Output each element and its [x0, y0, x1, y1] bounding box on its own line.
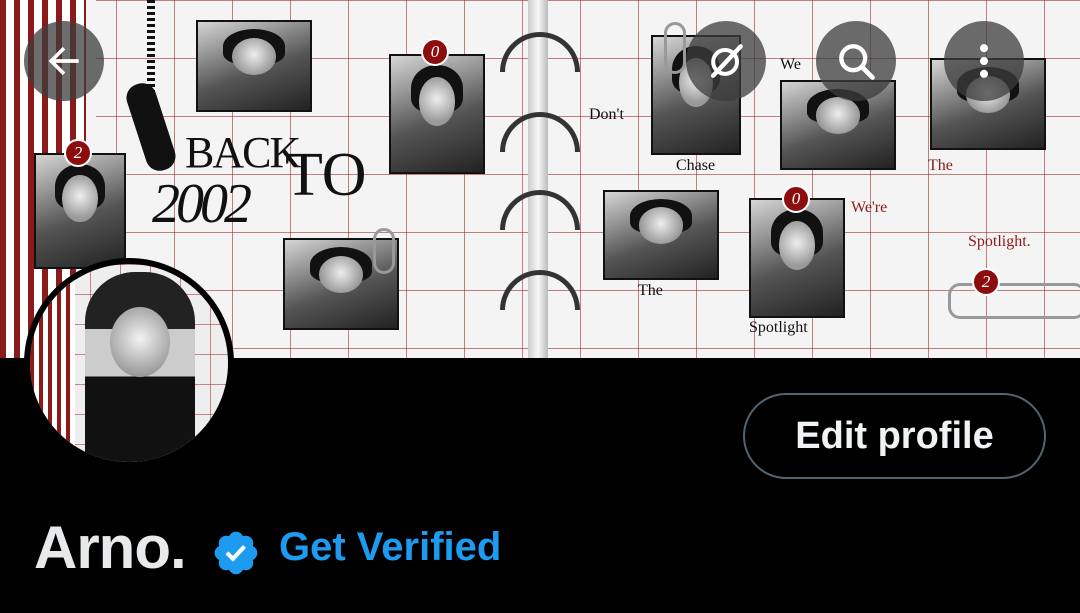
banner-photo	[34, 153, 126, 269]
banner-photo	[196, 20, 312, 112]
binder-ring	[500, 112, 580, 152]
number-badge: 0	[421, 38, 449, 66]
avatar[interactable]	[24, 258, 234, 468]
banner-photo	[389, 54, 485, 174]
grok-icon	[710, 44, 743, 78]
get-verified-link[interactable]: Get Verified	[279, 525, 501, 570]
banner-word: Chase	[676, 157, 716, 174]
number-badge: 2	[64, 139, 92, 167]
banner-word: Spotlight.	[968, 233, 1031, 250]
verified-badge-icon[interactable]	[211, 528, 261, 578]
binder-ring	[500, 270, 580, 310]
paperclip-icon	[664, 22, 686, 74]
banner-title-back: BACK	[185, 128, 301, 177]
banner-word: The	[928, 157, 953, 174]
banner-word: We	[780, 56, 801, 73]
avatar-image	[30, 264, 228, 462]
banner-word: Spotlight	[749, 319, 808, 336]
edit-profile-button[interactable]: Edit profile	[743, 393, 1046, 479]
banner-title-year: 2002	[152, 173, 252, 235]
search-button[interactable]	[816, 21, 896, 101]
banner-photo	[749, 198, 845, 318]
number-badge: 2	[972, 268, 1000, 296]
more-button[interactable]	[944, 21, 1024, 101]
more-vertical-icon	[979, 44, 989, 78]
paperclip-icon	[948, 283, 1080, 319]
binder-ring	[500, 190, 580, 230]
paperclip-icon	[373, 228, 395, 274]
phone-cord	[147, 0, 155, 92]
number-badge: 0	[782, 185, 810, 213]
banner-word: Don't	[589, 106, 624, 123]
binder-ring	[500, 32, 580, 72]
search-icon	[839, 44, 875, 80]
display-name: Arno.	[34, 514, 187, 581]
back-button[interactable]	[24, 21, 104, 101]
banner-word: The	[638, 282, 663, 299]
arrow-left-icon	[48, 46, 79, 76]
banner-title-to: TO	[285, 141, 367, 209]
telephone-icon	[122, 79, 180, 175]
banner-photo	[603, 190, 719, 280]
banner-word: We're	[851, 199, 888, 216]
grok-button[interactable]	[686, 21, 766, 101]
